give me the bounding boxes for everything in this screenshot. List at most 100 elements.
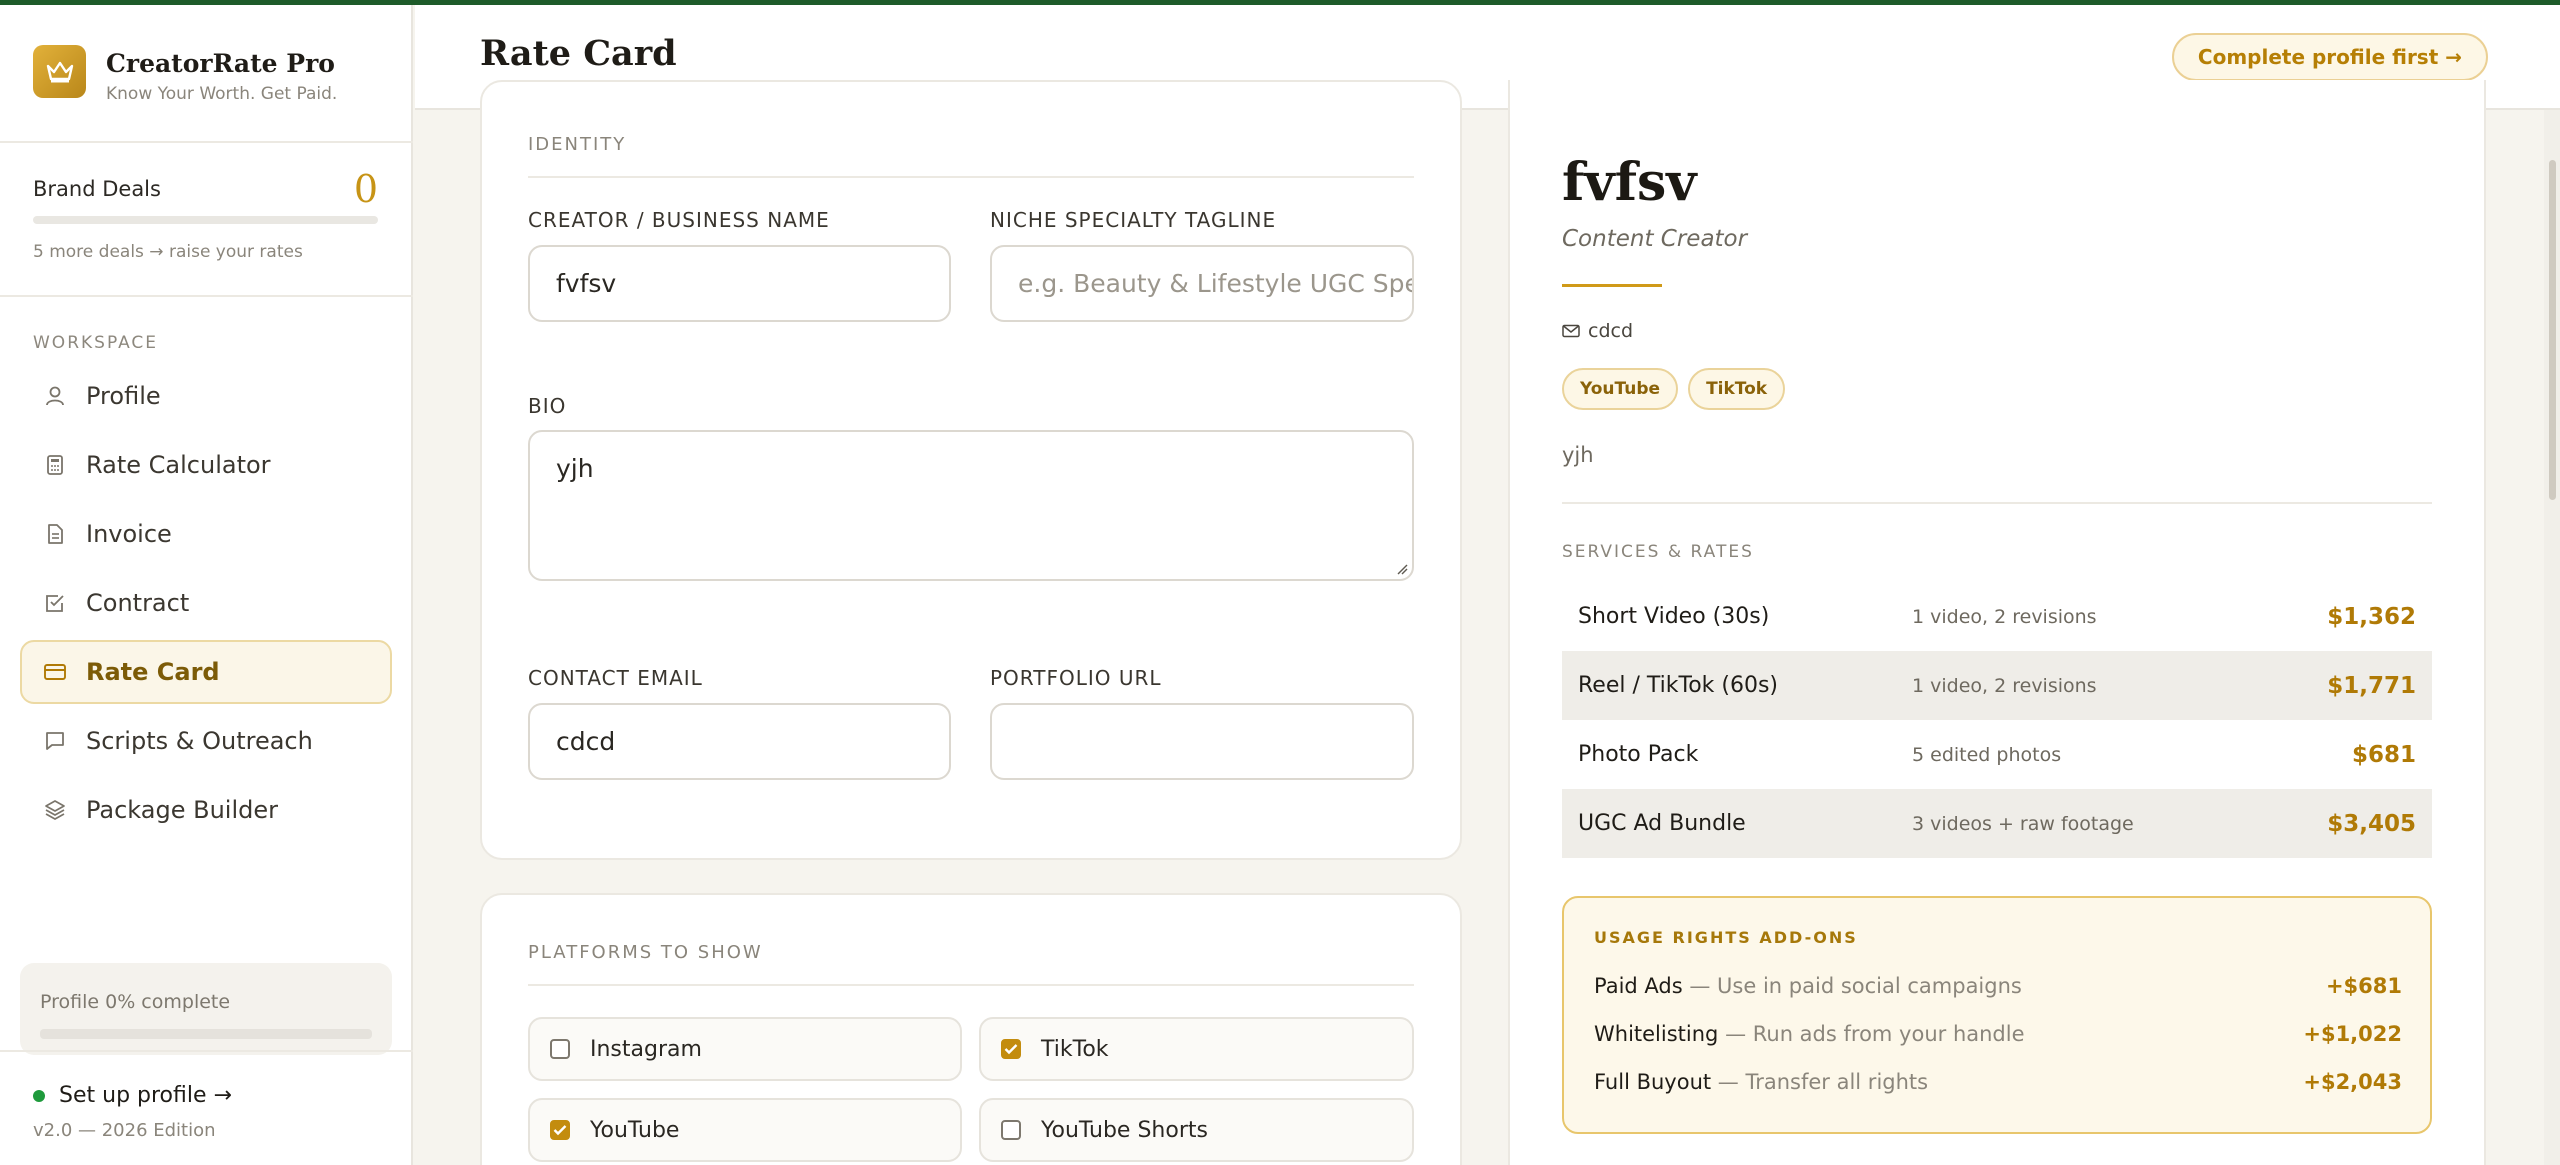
crown-icon <box>33 45 86 98</box>
portfolio-label: PORTFOLIO URL <box>990 666 1162 690</box>
email-label: CONTACT EMAIL <box>528 666 703 690</box>
bio-textarea[interactable]: yjh <box>528 430 1414 581</box>
platform-option-tiktok[interactable]: TikTok <box>979 1017 1414 1081</box>
document-icon <box>42 521 68 547</box>
preview-bio: yjh <box>1562 443 1594 467</box>
platform-option-youtube-shorts[interactable]: YouTube Shorts <box>979 1098 1414 1162</box>
addon-price: +$2,043 <box>2303 1070 2402 1094</box>
service-price: $1,771 <box>2327 672 2416 699</box>
addon-row: Whitelisting — Run ads from your handle … <box>1594 1022 2402 1046</box>
platform-label: YouTube Shorts <box>1041 1117 1208 1143</box>
bio-label: BIO <box>528 394 567 418</box>
contact-email-input[interactable]: cdcd <box>528 703 951 780</box>
sidebar-item-rate-card[interactable]: Rate Card <box>20 640 392 704</box>
sidebar-item-label: Scripts & Outreach <box>86 727 313 755</box>
deals-progress-bar <box>33 216 378 224</box>
sidebar-item-contract[interactable]: Contract <box>20 571 392 635</box>
brand-deals-widget: Brand Deals 0 5 more deals → raise your … <box>33 170 378 262</box>
addon-description: — Transfer all rights <box>1711 1070 1929 1094</box>
status-dot <box>33 1089 45 1102</box>
sidebar-item-label: Rate Calculator <box>86 451 271 479</box>
niche-tagline-input[interactable]: e.g. Beauty & Lifestyle UGC Spe <box>990 245 1414 322</box>
brand[interactable]: CreatorRate Pro Know Your Worth. Get Pai… <box>33 45 337 104</box>
service-detail: 1 video, 2 revisions <box>1912 674 2097 697</box>
profile-completion-text: Profile 0% complete <box>40 991 231 1013</box>
bio-text: yjh <box>556 454 594 483</box>
preview-creator-name: fvfsv <box>1562 152 1697 213</box>
sidebar-item-package-builder[interactable]: Package Builder <box>20 778 392 842</box>
sidebar-item-label: Contract <box>86 589 190 617</box>
service-name: Reel / TikTok (60s) <box>1578 673 1779 698</box>
divider <box>0 295 413 297</box>
service-row: Reel / TikTok (60s) 1 video, 2 revisions… <box>1562 651 2432 720</box>
platform-option-youtube[interactable]: YouTube <box>528 1098 962 1162</box>
addon-name: Whitelisting <box>1594 1022 1719 1046</box>
sidebar-item-invoice[interactable]: Invoice <box>20 502 392 566</box>
checkbox-checked[interactable] <box>1001 1039 1021 1059</box>
sidebar-item-rate-calculator[interactable]: Rate Calculator <box>20 433 392 497</box>
sidebar-item-profile[interactable]: Profile <box>20 364 392 428</box>
sidebar-item-label: Invoice <box>86 520 172 548</box>
divider <box>0 1050 413 1052</box>
section-divider <box>528 176 1414 178</box>
scrollbar-thumb[interactable] <box>2549 160 2556 500</box>
sidebar: CreatorRate Pro Know Your Worth. Get Pai… <box>0 5 413 1165</box>
brand-tagline: Know Your Worth. Get Paid. <box>106 84 338 104</box>
user-icon <box>42 383 68 409</box>
preview-email-text: cdcd <box>1588 320 1634 342</box>
checkbox[interactable] <box>1001 1120 1021 1140</box>
tagline-label: NICHE SPECIALTY TAGLINE <box>990 208 1277 232</box>
addon-name: Paid Ads <box>1594 974 1683 998</box>
service-name: UGC Ad Bundle <box>1578 811 1746 836</box>
platform-label: Instagram <box>590 1036 702 1062</box>
services-section-label: SERVICES & RATES <box>1562 542 1754 562</box>
addon-description: — Use in paid social campaigns <box>1682 974 2022 998</box>
page-title: Rate Card <box>480 33 677 74</box>
platforms-section-label: PLATFORMS TO SHOW <box>528 942 763 963</box>
mail-icon <box>1562 324 1580 338</box>
deals-count: 0 <box>353 167 378 211</box>
layers-icon <box>42 797 68 823</box>
sidebar-item-label: Profile <box>86 382 161 410</box>
checkbox[interactable] <box>550 1039 570 1059</box>
brand-name: CreatorRate Pro <box>106 49 335 78</box>
accent-divider <box>1562 284 1662 287</box>
divider <box>0 141 413 143</box>
addons-title: USAGE RIGHTS ADD-ONS <box>1594 928 1858 947</box>
addon-description: — Run ads from your handle <box>1718 1022 2025 1046</box>
resize-handle-icon[interactable] <box>1396 563 1408 575</box>
version-label: v2.0 — 2026 Edition <box>33 1120 216 1141</box>
service-price: $3,405 <box>2327 810 2416 837</box>
service-row: Short Video (30s) 1 video, 2 revisions $… <box>1562 582 2432 651</box>
preview-email: cdcd <box>1562 320 1633 342</box>
platform-option-instagram[interactable]: Instagram <box>528 1017 962 1081</box>
service-detail: 5 edited photos <box>1912 743 2062 766</box>
addon-row: Paid Ads — Use in paid social campaigns … <box>1594 974 2402 998</box>
calculator-icon <box>42 452 68 478</box>
creator-name-input[interactable]: fvfsv <box>528 245 951 322</box>
identity-section-label: IDENTITY <box>528 134 627 155</box>
services-table: Short Video (30s) 1 video, 2 revisions $… <box>1562 582 2432 858</box>
usage-rights-addons: USAGE RIGHTS ADD-ONS Paid Ads — Use in p… <box>1562 896 2432 1134</box>
section-divider <box>528 984 1414 986</box>
checkbox-checked[interactable] <box>550 1120 570 1140</box>
preview-platform-tags: YouTube TikTok <box>1562 368 1795 410</box>
card-icon <box>42 659 68 685</box>
addon-name: Full Buyout <box>1594 1070 1712 1094</box>
checkbox-icon <box>42 590 68 616</box>
platform-tag: YouTube <box>1562 368 1679 410</box>
name-label: CREATOR / BUSINESS NAME <box>528 208 830 232</box>
chat-icon <box>42 728 68 754</box>
addon-price: +$681 <box>2325 974 2402 998</box>
deals-label: Brand Deals <box>33 177 161 201</box>
sidebar-item-label: Rate Card <box>86 658 220 686</box>
setup-profile-link[interactable]: Set up profile → <box>33 1083 232 1108</box>
service-row: UGC Ad Bundle 3 videos + raw footage $3,… <box>1562 789 2432 858</box>
profile-progress-bar <box>40 1029 372 1039</box>
portfolio-url-input[interactable] <box>990 703 1414 780</box>
preview-divider <box>1562 502 2432 504</box>
workspace-label: WORKSPACE <box>33 333 159 353</box>
complete-profile-button[interactable]: Complete profile first → <box>2171 33 2488 81</box>
sidebar-item-scripts-outreach[interactable]: Scripts & Outreach <box>20 709 392 773</box>
platform-tag: TikTok <box>1688 368 1786 410</box>
